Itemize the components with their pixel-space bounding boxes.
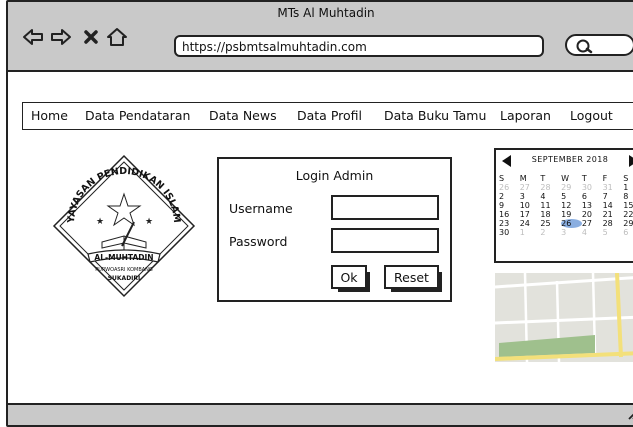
calendar-day[interactable]: 7 [603,192,624,201]
calendar-day[interactable]: 26 [499,183,520,192]
calendar-day[interactable]: 13 [582,201,603,210]
back-arrow-icon[interactable] [22,26,44,48]
menu-item-data-news[interactable]: Data News [209,108,277,123]
calendar-day[interactable]: 2 [499,192,520,201]
calendar-month-label: SEPTEMBER 2018 [531,155,609,164]
weekday-label: T [540,174,546,183]
location-map[interactable] [495,273,633,362]
browser-toolbar: MTs Al Muhtadin https://psbmtsalmuhtadin… [8,2,633,72]
calendar-day[interactable]: 1 [520,228,541,237]
weekday-label: F [602,174,608,183]
calendar-day[interactable]: 2 [540,228,561,237]
reset-button[interactable]: Reset [384,265,442,292]
calendar-day[interactable]: 23 [499,219,520,228]
address-bar[interactable]: https://psbmtsalmuhtadin.com [174,35,544,57]
address-bar-text: https://psbmtsalmuhtadin.com [182,40,367,54]
calendar-day[interactable]: 10 [520,201,541,210]
calendar-day[interactable]: 8 [623,192,633,201]
window-title: MTs Al Muhtadin [277,6,375,20]
next-month-icon[interactable] [629,155,633,167]
main-menu-bar: Home Data Pendataran Data News Data Prof… [22,102,633,130]
resize-grip-icon[interactable] [626,407,633,421]
weekday-label: W [561,174,570,183]
calendar-day[interactable]: 30 [582,183,603,192]
calendar-day[interactable]: 28 [540,183,561,192]
calendar-day[interactable]: 29 [561,183,582,192]
calendar-day[interactable]: 5 [561,192,582,201]
calendar-day[interactable]: 5 [603,228,624,237]
calendar-day[interactable]: 21 [603,210,624,219]
calendar-day[interactable]: 3 [561,228,582,237]
weekday-label: T [581,174,587,183]
weekday-label: S [499,174,505,183]
menu-item-data-profil[interactable]: Data Profil [297,108,362,123]
calendar-day[interactable]: 16 [499,210,520,219]
calendar-day[interactable]: 3 [520,192,541,201]
home-icon[interactable] [106,26,128,48]
password-label: Password [229,234,288,249]
login-title: Login Admin [295,168,374,183]
svg-text:PURWOASRI KOMBANG: PURWOASRI KOMBANG [95,267,153,273]
calendar-day[interactable]: 25 [540,219,561,228]
ok-button[interactable]: Ok [331,265,370,292]
calendar-day[interactable]: 24 [520,219,541,228]
svg-text:SUKADIRI: SUKADIRI [108,275,141,282]
calendar-day[interactable]: 29 [623,219,633,228]
svg-text:★: ★ [96,217,104,227]
menu-item-data-buku-tamu[interactable]: Data Buku Tamu [384,108,486,123]
svg-text:★: ★ [145,217,153,227]
calendar-day[interactable]: 9 [499,201,520,210]
calendar-day[interactable]: 28 [603,219,624,228]
calendar-day[interactable]: 11 [540,201,561,210]
calendar-day[interactable]: 20 [582,210,603,219]
login-panel: Login Admin Username Password Ok Reset [217,157,452,302]
calendar-day[interactable]: 18 [540,210,561,219]
calendar-day[interactable]: 12 [561,201,582,210]
calendar-day[interactable]: 19 [561,210,582,219]
username-label: Username [229,201,293,216]
forward-arrow-icon[interactable] [50,26,72,48]
weekday-label: S [623,174,629,183]
menu-item-logout[interactable]: Logout [570,108,613,123]
password-field[interactable] [331,228,439,253]
calendar-day[interactable]: 26 [561,219,582,228]
search-icon [576,39,593,54]
calendar-day[interactable]: 14 [603,201,624,210]
close-x-icon[interactable] [80,26,102,48]
weekday-label: M [519,174,527,183]
school-logo: YAYASAN PENDIDIKAN ISLAM ★ ★ AL-MUHTADIN… [52,154,196,298]
calendar-day[interactable]: 6 [623,228,633,237]
status-bar [8,403,633,425]
calendar-day[interactable]: 22 [623,210,633,219]
calendar-day[interactable]: 17 [520,210,541,219]
browser-window: MTs Al Muhtadin https://psbmtsalmuhtadin… [6,0,633,427]
calendar-day[interactable]: 4 [582,228,603,237]
calendar-day[interactable]: 27 [582,219,603,228]
calendar-day[interactable]: 30 [499,228,520,237]
calendar-day[interactable]: 27 [520,183,541,192]
svg-text:AL-MUHTADIN: AL-MUHTADIN [94,253,153,262]
username-field[interactable] [331,195,439,220]
calendar-day[interactable]: 31 [603,183,624,192]
browser-search-field[interactable] [565,34,633,56]
menu-item-laporan[interactable]: Laporan [500,108,551,123]
calendar-day[interactable]: 15 [623,201,633,210]
calendar-day[interactable]: 4 [540,192,561,201]
calendar-grid: S M T W T F S 26 27 28 29 30 31 1 2 3 4 5 6 7 8 9 10 11 1… [499,174,633,237]
calendar-widget: SEPTEMBER 2018 S M T W T F S 26 27 28 29 30 3… [494,148,633,263]
calendar-day[interactable]: 1 [623,183,633,192]
menu-item-home[interactable]: Home [31,108,68,123]
calendar-day[interactable]: 6 [582,192,603,201]
menu-item-data-pendataran[interactable]: Data Pendataran [85,108,190,123]
